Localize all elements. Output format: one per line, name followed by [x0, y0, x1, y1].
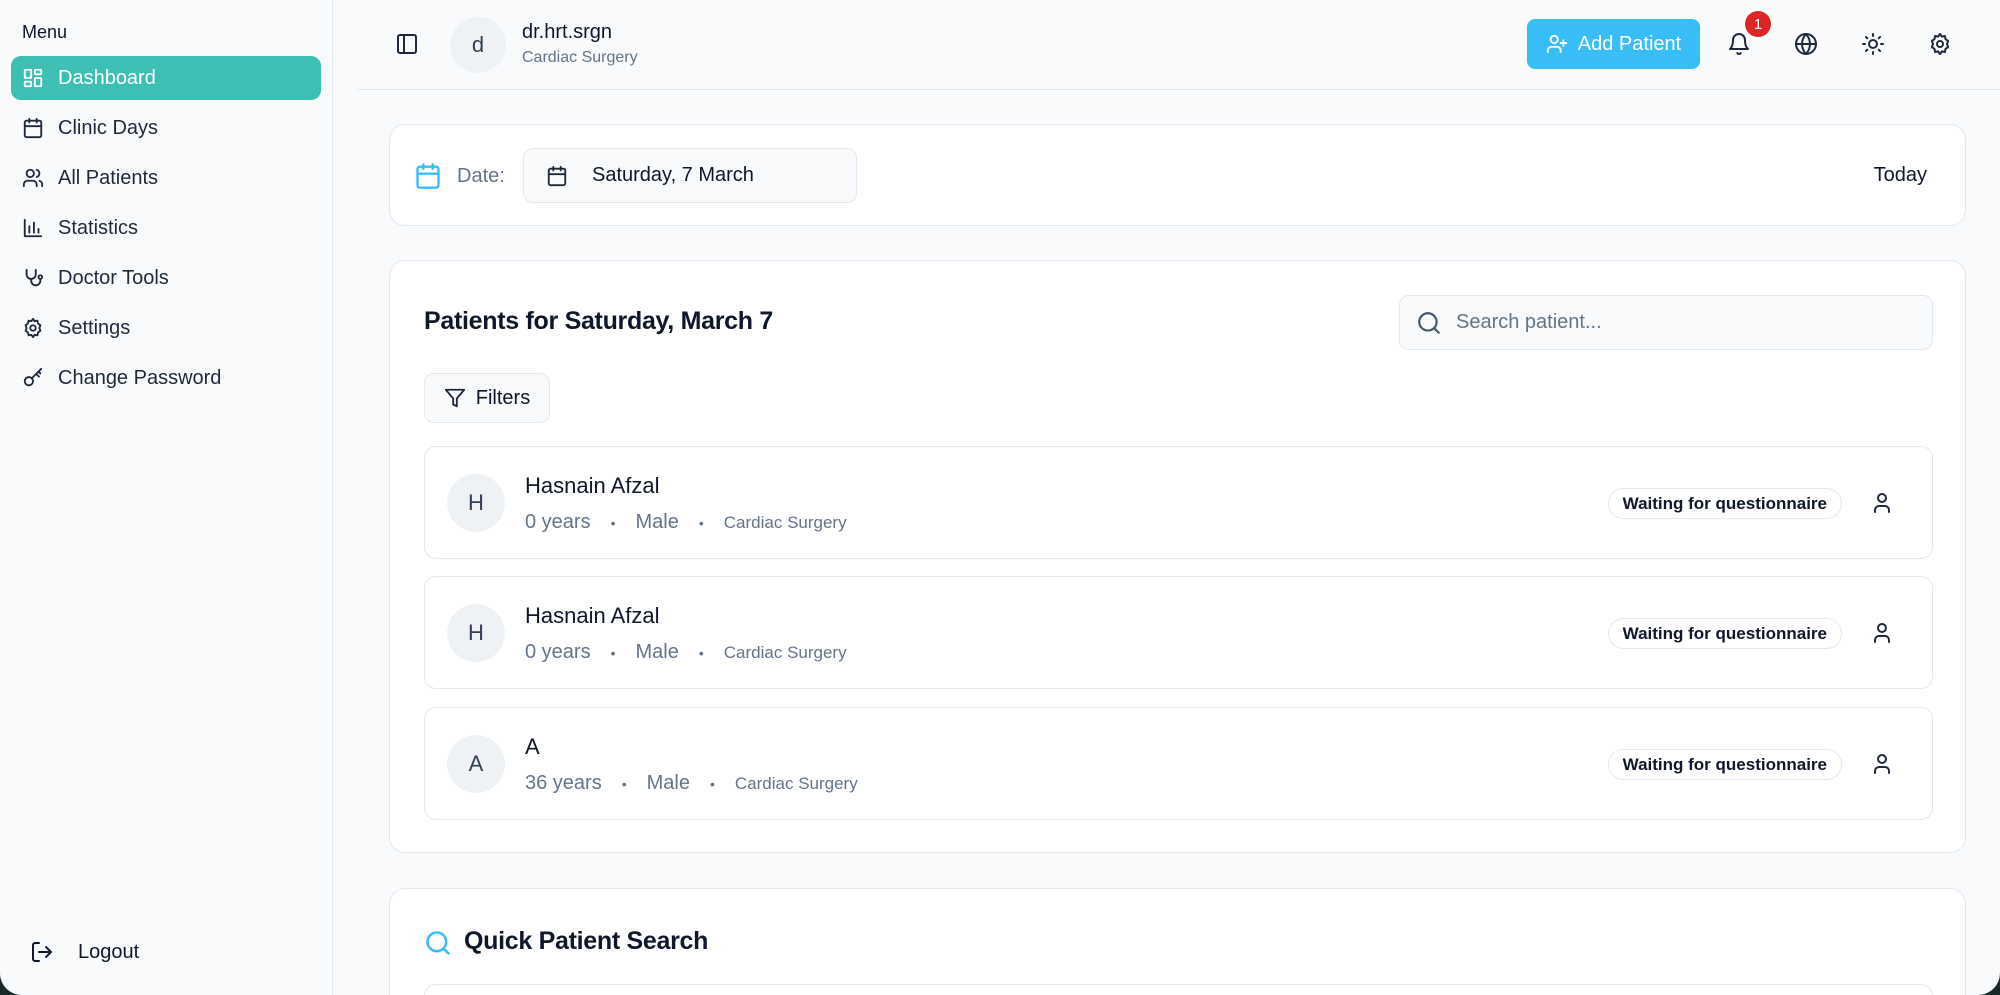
sidebar-item-label: Doctor Tools: [58, 266, 169, 289]
globe-icon[interactable]: [1794, 32, 1818, 56]
sidebar-item-change-password[interactable]: Change Password: [11, 356, 321, 400]
patient-avatar: H: [447, 474, 505, 532]
patient-age: 0 years: [525, 511, 591, 533]
add-patient-button[interactable]: Add Patient: [1527, 19, 1700, 69]
patient-name: Hasnain Afzal: [525, 473, 660, 498]
gear-icon: [22, 317, 44, 339]
gear-icon[interactable]: [1928, 32, 1952, 56]
patient-avatar: A: [447, 735, 505, 793]
calendar-icon: [547, 165, 567, 186]
filters-button[interactable]: Filters: [424, 373, 550, 423]
separator-dot: •: [610, 644, 616, 661]
patient-gender: Male: [635, 641, 679, 663]
quick-search-title: Quick Patient Search: [464, 927, 709, 955]
patient-avatar: H: [447, 604, 505, 662]
status-badge: Waiting for questionnaire: [1607, 749, 1842, 780]
sidebar-item-settings[interactable]: Settings: [11, 306, 321, 350]
sidebar: Menu Dashboard Clinic Days All Patients: [0, 0, 333, 995]
patient-gender: Male: [646, 772, 690, 794]
stethoscope-icon: [22, 267, 44, 289]
patient-name: A: [525, 734, 540, 759]
status-badge: Waiting for questionnaire: [1607, 618, 1842, 649]
selected-date: Saturday, 7 March: [592, 164, 754, 186]
date-picker[interactable]: Saturday, 7 March: [523, 148, 857, 203]
patient-search: [1399, 295, 1933, 350]
logout-button[interactable]: Logout: [30, 940, 139, 964]
patient-gender: Male: [635, 511, 679, 533]
patient-row[interactable]: A A 36 years • Male • Cardiac Surgery Wa…: [424, 707, 1933, 820]
patient-row[interactable]: H Hasnain Afzal 0 years • Male • Cardiac…: [424, 576, 1933, 689]
user-plus-icon: [1546, 34, 1567, 54]
separator-dot: •: [709, 775, 715, 792]
date-label: Date:: [457, 165, 505, 187]
sidebar-item-doctor-tools[interactable]: Doctor Tools: [11, 256, 321, 300]
date-selector-card: Date: Saturday, 7 March Today: [389, 124, 1966, 226]
filters-label: Filters: [475, 386, 531, 409]
sidebar-item-label: Dashboard: [58, 66, 156, 89]
sidebar-toggle-icon[interactable]: [395, 32, 419, 56]
user-icon[interactable]: [1870, 621, 1894, 645]
patient-row[interactable]: H Hasnain Afzal 0 years • Male • Cardiac…: [424, 446, 1933, 559]
sidebar-item-statistics[interactable]: Statistics: [11, 206, 321, 250]
sidebar-nav: Dashboard Clinic Days All Patients Stati…: [11, 56, 321, 406]
patient-name: Hasnain Afzal: [525, 603, 660, 628]
patient-meta: 0 years • Male • Cardiac Surgery: [525, 641, 847, 664]
separator-dot: •: [698, 644, 704, 661]
sidebar-item-clinic-days[interactable]: Clinic Days: [11, 106, 321, 150]
search-icon: [1418, 311, 1440, 334]
logout-label: Logout: [78, 940, 140, 963]
sidebar-item-label: All Patients: [58, 166, 159, 189]
separator-dot: •: [610, 514, 616, 531]
today-button[interactable]: Today: [1874, 164, 1927, 187]
patients-card: Patients for Saturday, March 7 Filters H…: [389, 260, 1966, 853]
sidebar-item-label: Clinic Days: [58, 116, 159, 139]
patient-age: 36 years: [525, 772, 602, 794]
user-icon[interactable]: [1870, 491, 1894, 515]
separator-dot: •: [698, 514, 704, 531]
sidebar-item-label: Statistics: [58, 216, 139, 239]
patient-specialty: Cardiac Surgery: [734, 773, 858, 793]
avatar[interactable]: d: [450, 17, 506, 73]
sidebar-item-label: Change Password: [58, 366, 222, 389]
users-icon: [22, 167, 44, 189]
filter-icon: [444, 388, 465, 408]
notification-badge: 1: [1745, 11, 1771, 37]
bar-chart-icon: [22, 217, 44, 239]
app-window: Menu Dashboard Clinic Days All Patients: [0, 0, 2000, 995]
user-specialty: Cardiac Surgery: [522, 49, 638, 66]
search-icon: [424, 929, 452, 957]
sidebar-item-all-patients[interactable]: All Patients: [11, 156, 321, 200]
top-header: d dr.hrt.srgn Cardiac Surgery Add Patien…: [357, 0, 2000, 90]
separator-dot: •: [621, 775, 627, 792]
status-badge: Waiting for questionnaire: [1607, 488, 1842, 519]
quick-search-card: Quick Patient Search: [389, 888, 1966, 995]
user-icon[interactable]: [1870, 752, 1894, 776]
sidebar-item-dashboard[interactable]: Dashboard: [11, 56, 321, 100]
patient-specialty: Cardiac Surgery: [723, 642, 847, 662]
search-input[interactable]: [1456, 311, 1916, 334]
patients-title: Patients for Saturday, March 7: [424, 307, 773, 335]
sun-icon[interactable]: [1861, 32, 1885, 56]
sidebar-item-label: Settings: [58, 316, 131, 339]
patient-specialty: Cardiac Surgery: [723, 512, 847, 532]
user-name: dr.hrt.srgn: [522, 21, 613, 43]
patient-meta: 0 years • Male • Cardiac Surgery: [525, 511, 847, 534]
logout-icon: [30, 940, 54, 964]
patient-meta: 36 years • Male • Cardiac Surgery: [525, 772, 858, 795]
menu-label: Menu: [22, 22, 68, 42]
patient-age: 0 years: [525, 641, 591, 663]
bell-icon[interactable]: [1727, 32, 1751, 56]
dashboard-icon: [22, 67, 44, 89]
quick-search-field[interactable]: [424, 984, 1933, 995]
calendar-icon: [22, 117, 44, 139]
key-icon: [22, 367, 44, 389]
calendar-icon: [414, 162, 442, 190]
add-patient-label: Add Patient: [1577, 32, 1682, 55]
